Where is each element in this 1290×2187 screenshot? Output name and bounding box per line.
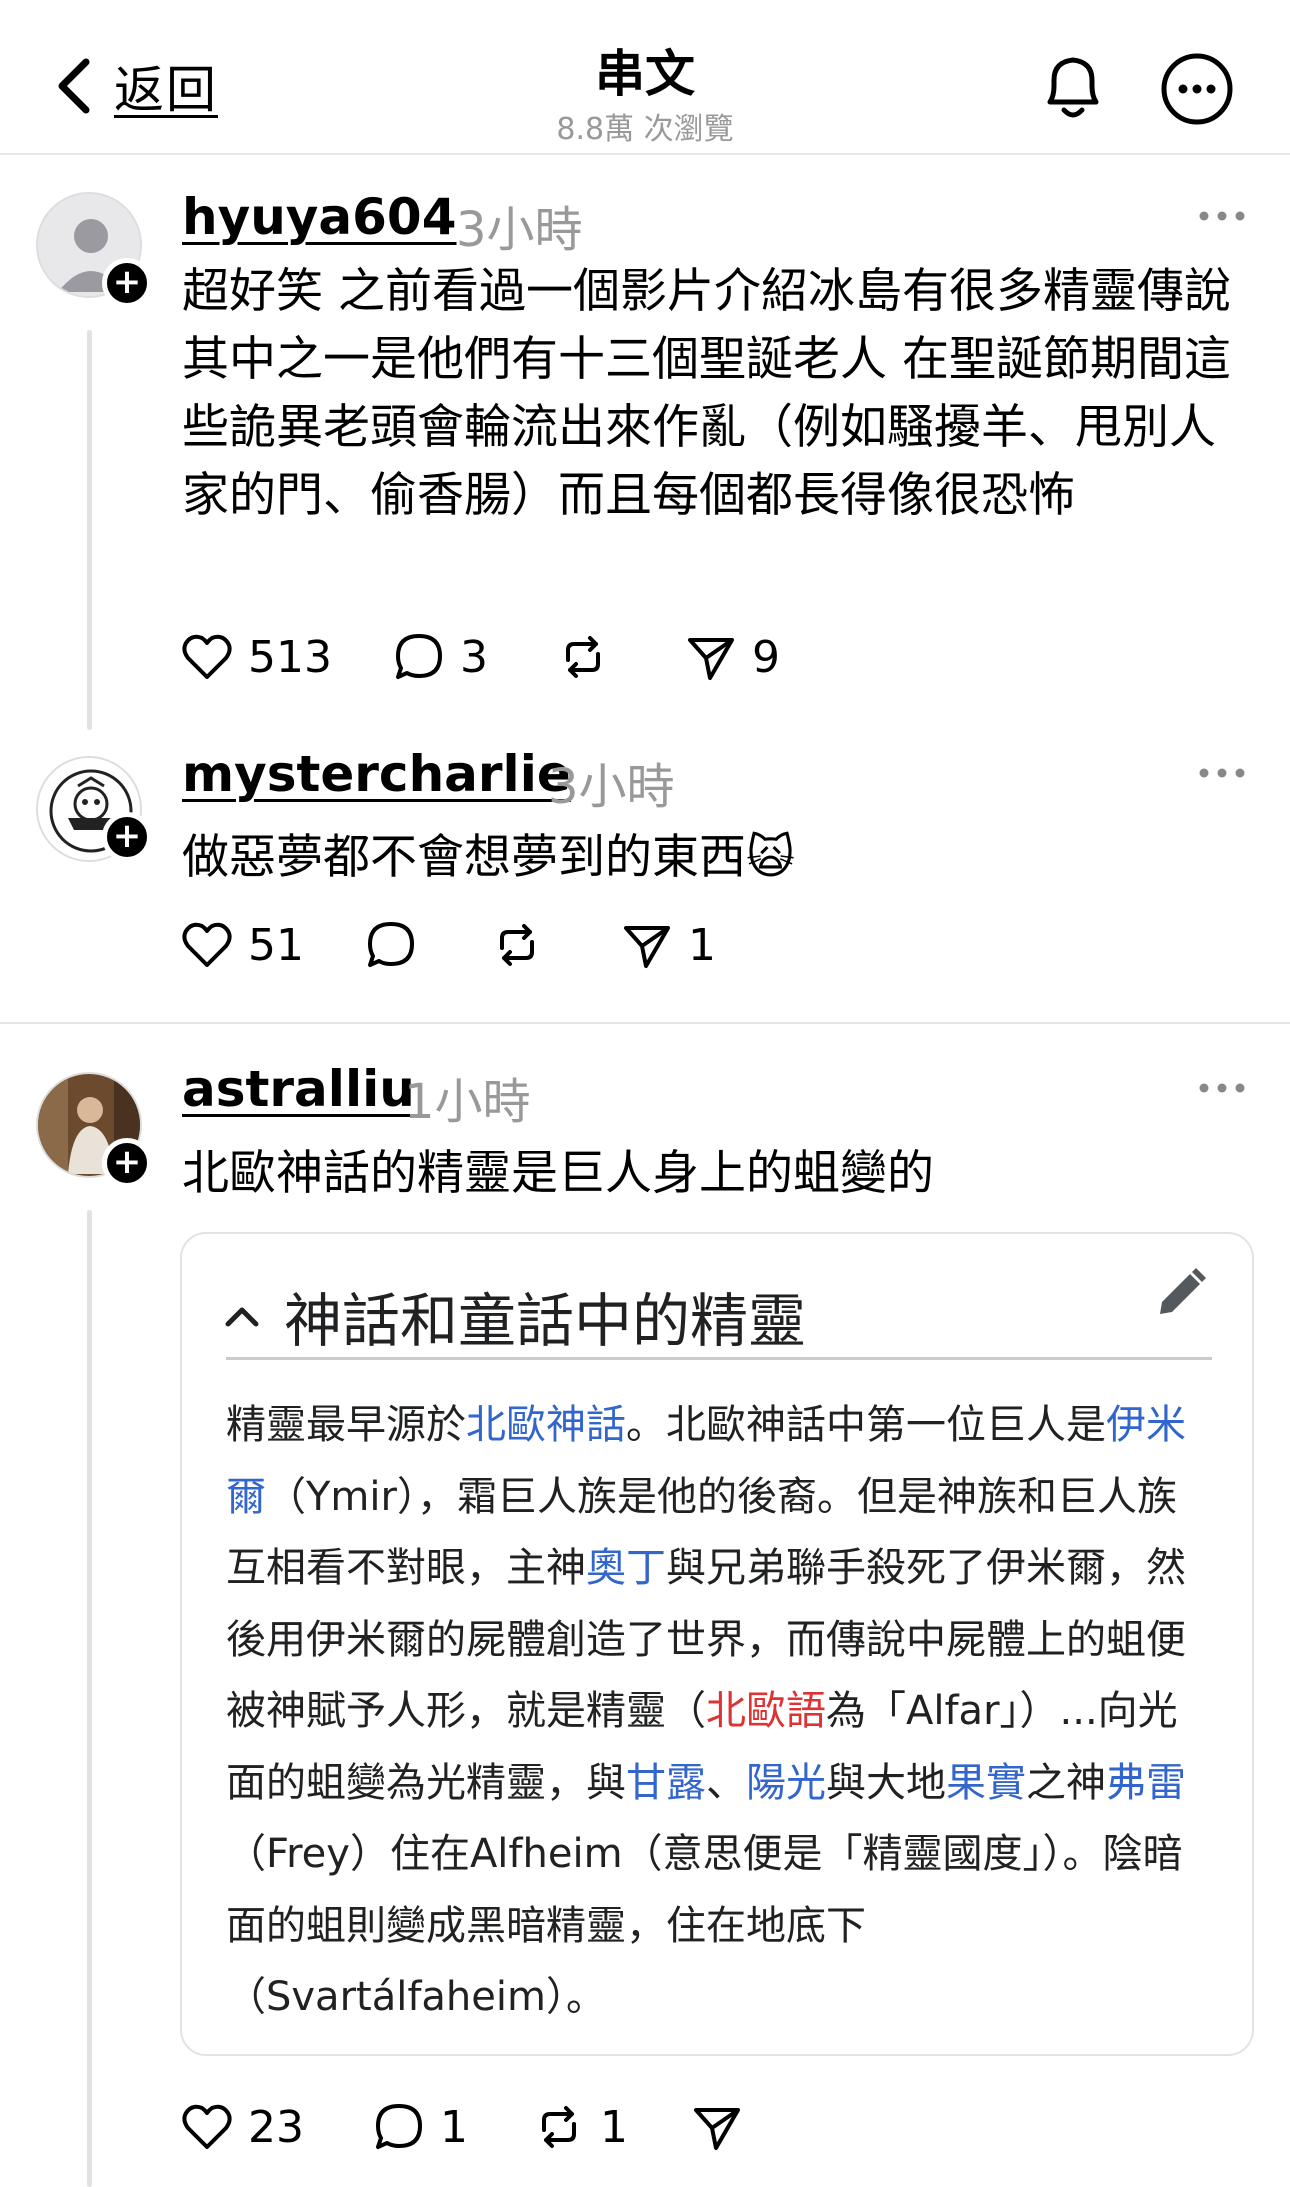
reply-count: 3: [460, 631, 488, 683]
post-text: 超好笑 之前看過一個影片介紹冰島有很多精靈傳說 其中之一是他們有十三個聖誕老人 …: [182, 264, 1231, 523]
comment-icon: [396, 634, 442, 679]
like-button[interactable]: 23: [180, 2100, 304, 2154]
repost-button[interactable]: [490, 918, 558, 972]
wiki-text: 。北歐神話中第一位巨人是: [626, 1402, 1106, 1448]
wiki-text: （Frey）住在Alfheim（意思便是「精靈國度」）。陰暗面的蛆則變成黑暗精靈…: [226, 1831, 1183, 2020]
share-icon: [688, 638, 734, 680]
timestamp: 3小時: [548, 759, 675, 815]
repost-count: 1: [600, 2101, 628, 2153]
wiki-text: 、: [706, 1759, 746, 1806]
comment-icon: [376, 2104, 422, 2149]
top-bar: 返回 串文 8.8萬 次瀏覽: [0, 0, 1290, 155]
thread-line: [87, 330, 92, 730]
wiki-paragraph: 精靈最早源於北歐神話。北歐神話中第一位巨人是伊米爾（Ymir），霜巨人族是他的後…: [226, 1390, 1216, 2034]
chevron-up-icon: [225, 1307, 259, 1327]
timestamp: 1小時: [404, 1074, 531, 1130]
like-count: 513: [248, 631, 332, 683]
wiki-redlink[interactable]: 北歐語: [706, 1688, 826, 1734]
pencil-icon: [1160, 1268, 1206, 1314]
heart-icon: [182, 2104, 232, 2149]
divider: [0, 1022, 1290, 1024]
share-button[interactable]: [690, 2100, 758, 2154]
wiki-section-header: 神話和童話中的精靈: [222, 1274, 806, 1358]
like-button[interactable]: 51: [180, 918, 304, 972]
repost-button[interactable]: [556, 630, 624, 684]
repost-icon: [542, 2106, 576, 2148]
reply-count: 1: [440, 2101, 468, 2153]
wiki-text: 與大地: [826, 1759, 946, 1806]
repost-icon: [566, 636, 600, 678]
wiki-link[interactable]: 弗雷: [1106, 1760, 1186, 1806]
wiki-text: 精靈最早源於: [226, 1402, 466, 1448]
ellipsis-icon[interactable]: [1198, 206, 1246, 226]
like-count: 51: [248, 919, 304, 971]
thread-line: [87, 1210, 92, 2187]
like-button[interactable]: 513: [180, 630, 332, 684]
wiki-rule: [226, 1357, 1212, 1360]
heart-icon: [182, 922, 232, 967]
more-circle-icon[interactable]: [1160, 52, 1234, 126]
wiki-text: 之神: [1026, 1759, 1106, 1806]
wiki-link[interactable]: 果實: [946, 1760, 1026, 1806]
wiki-link[interactable]: 陽光: [746, 1760, 826, 1806]
wiki-link[interactable]: 奧丁: [586, 1545, 666, 1591]
reply-button[interactable]: 1: [372, 2100, 468, 2154]
wiki-link[interactable]: 甘露: [626, 1760, 706, 1806]
follow-plus-icon[interactable]: +: [102, 1138, 152, 1188]
ellipsis-icon[interactable]: [1198, 1078, 1246, 1098]
wiki-link[interactable]: 北歐神話: [466, 1402, 626, 1448]
comment-icon: [368, 922, 414, 967]
wiki-section-title: 神話和童話中的精靈: [284, 1287, 807, 1355]
reply-button[interactable]: 3: [392, 630, 488, 684]
follow-plus-icon[interactable]: +: [102, 258, 152, 308]
reply-button[interactable]: [364, 918, 432, 972]
like-count: 23: [248, 2101, 304, 2153]
share-button[interactable]: 9: [684, 630, 780, 684]
follow-plus-icon[interactable]: +: [102, 812, 152, 862]
timestamp: 3小時: [456, 202, 583, 258]
post-text-content: 做惡夢都不會想夢到的東西: [182, 830, 746, 885]
post-text: 做惡夢都不會想夢到的東西🙀: [182, 824, 1262, 892]
bell-icon[interactable]: [1038, 52, 1108, 124]
username[interactable]: mystercharlie: [182, 745, 571, 803]
wikipedia-screenshot: 神話和童話中的精靈 精靈最早源於北歐神話。北歐神話中第一位巨人是伊米爾（Ymir…: [180, 1232, 1254, 2056]
username[interactable]: astralliu: [182, 1060, 415, 1118]
repost-button[interactable]: 1: [532, 2100, 628, 2154]
share-count: 1: [688, 919, 716, 971]
share-button[interactable]: 1: [620, 918, 716, 972]
share-count: 9: [752, 631, 780, 683]
username[interactable]: hyuya604: [182, 188, 457, 246]
repost-icon: [500, 924, 534, 966]
share-icon: [624, 926, 670, 968]
scream-cat-emoji: 🙀: [746, 830, 795, 885]
ellipsis-icon[interactable]: [1198, 763, 1246, 783]
post-text: 北歐神話的精靈是巨人身上的蛆變的: [182, 1146, 934, 1201]
heart-icon: [182, 634, 232, 679]
share-icon: [694, 2108, 740, 2150]
